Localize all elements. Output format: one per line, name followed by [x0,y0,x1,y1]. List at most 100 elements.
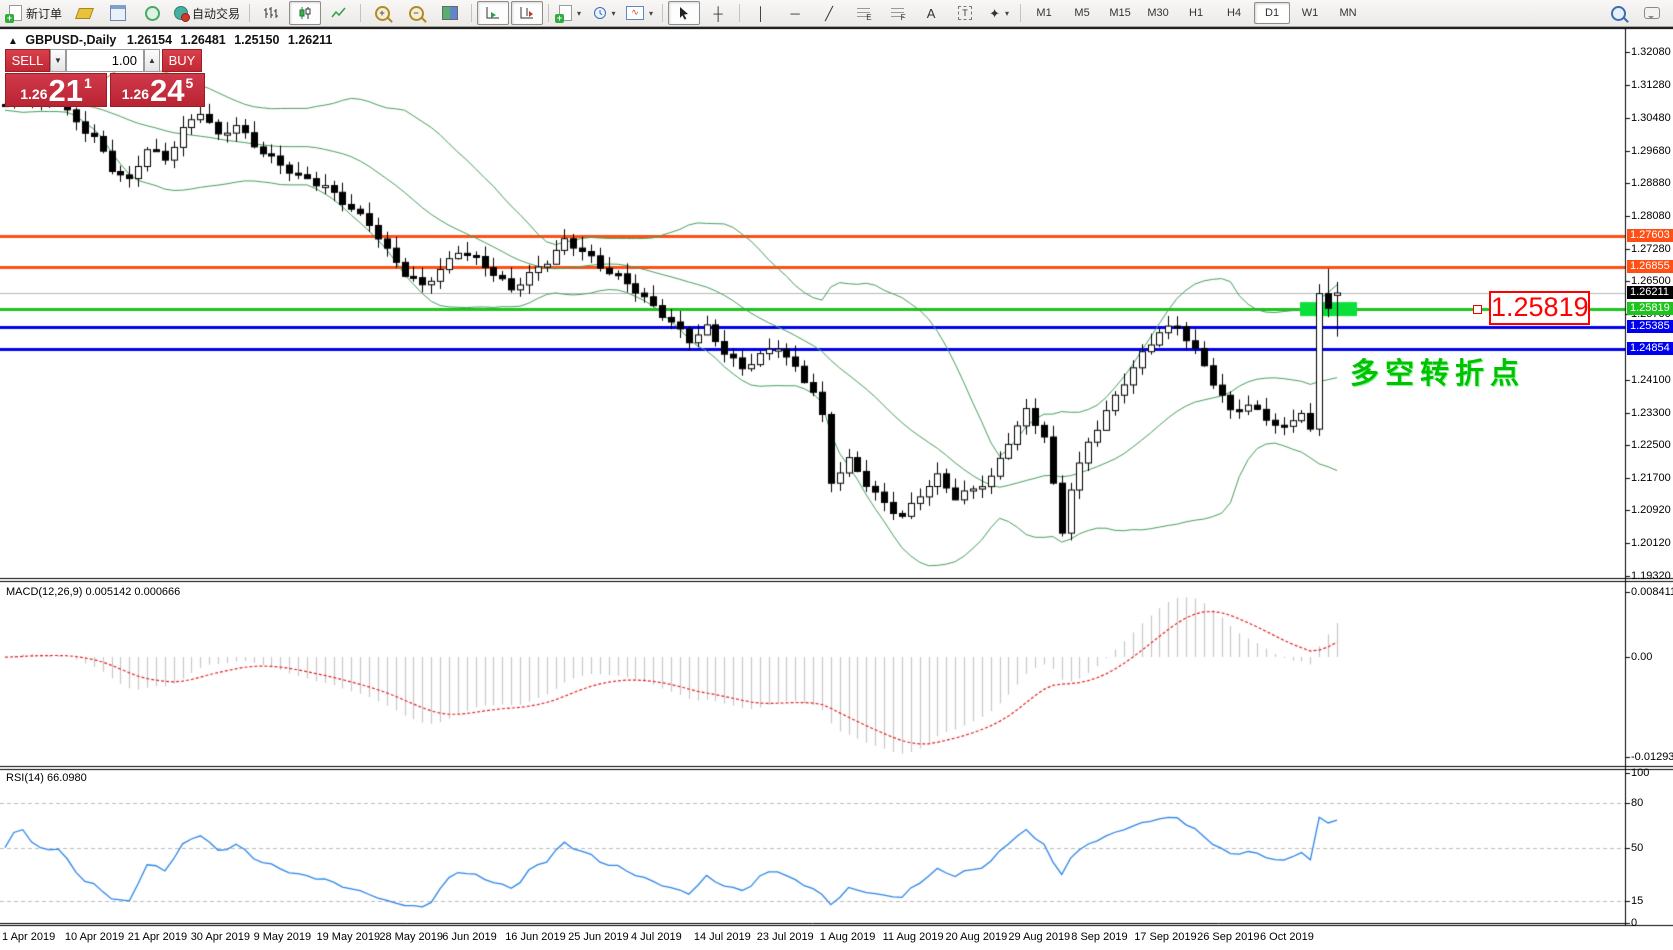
date-axis-label: 8 Sep 2019 [1071,931,1127,943]
price-axis-tick-label: 1.28880 [1631,177,1671,189]
sell-price-point: 1 [84,75,92,91]
price-axis-tick-label: 1.30480 [1631,112,1671,124]
sell-price-quote[interactable]: 1.26 21 1 [5,73,107,107]
trendline-tool-button[interactable]: ╱ [813,1,845,25]
date-axis-label: 20 Aug 2019 [946,931,1008,943]
date-axis-label: 28 May 2019 [379,931,443,943]
crosshair-icon: ┼ [713,7,722,20]
fibonacci-icon: F [891,8,904,19]
timeframe-button-h1[interactable]: H1 [1178,2,1214,24]
price-axis-tick-label: 1.20920 [1631,504,1671,516]
price-axis-tick-label: 1.19320 [1631,570,1671,582]
date-axis-label: 11 Aug 2019 [883,931,944,943]
tile-windows-icon [442,6,458,20]
vertical-line-tool-button[interactable]: │ [745,1,777,25]
date-axis-label: 9 May 2019 [254,931,311,943]
macd-axis-label: -0.012931 [1631,751,1673,763]
auto-scroll-button[interactable] [477,1,509,25]
ohlc-high: 1.26481 [181,33,226,47]
date-axis-label: 23 Jul 2019 [757,931,814,943]
buy-price-quote[interactable]: 1.26 24 5 [110,73,205,107]
price-line-tag[interactable]: 1.26211 [1627,286,1673,299]
new-chart-icon: + [559,5,572,21]
ohlc-close: 1.26211 [288,33,333,47]
timeframe-button-mn[interactable]: MN [1330,2,1366,24]
depth-of-market-button[interactable] [68,1,100,25]
bar-chart-mode-button[interactable] [255,1,287,25]
toolbar-separator [1020,4,1021,22]
date-axis-label: 10 Apr 2019 [65,931,124,943]
chart-shift-button[interactable] [511,1,543,25]
price-line-tag[interactable]: 1.25819 [1627,302,1673,315]
price-axis-tick-label: 1.31280 [1631,79,1671,91]
zoom-in-button[interactable]: + [366,1,398,25]
timeframe-button-w1[interactable]: W1 [1292,2,1328,24]
crosshair-tool-button[interactable]: ┼ [702,1,734,25]
periods-button[interactable]: ▾ [588,1,620,25]
horizontal-line-tool-button[interactable]: ─ [779,1,811,25]
timeframe-button-h4[interactable]: H4 [1216,2,1252,24]
macd-label: MACD(12,26,9) 0.005142 0.000666 [6,586,180,598]
tile-windows-button[interactable] [434,1,466,25]
price-line-tag[interactable]: 1.27603 [1627,229,1673,242]
new-order-button[interactable]: + 新订单 [5,1,66,25]
chat-icon [1644,7,1660,19]
timeframe-button-d1[interactable]: D1 [1254,2,1290,24]
price-line-tag[interactable]: 1.26855 [1627,260,1673,273]
signals-button[interactable] [136,1,168,25]
buy-button[interactable]: BUY [162,49,202,72]
timeframe-button-m5[interactable]: M5 [1064,2,1100,24]
rsi-label: RSI(14) 66.0980 [6,772,87,784]
text-tool-button[interactable]: A [915,1,947,25]
volume-increase-button[interactable]: ▲ [144,49,160,72]
candlestick-mode-button[interactable] [289,1,321,25]
cursor-tool-button[interactable] [668,1,700,25]
timeframe-button-m15[interactable]: M15 [1102,2,1138,24]
price-axis-tick-label: 1.27280 [1631,243,1671,255]
auto-trading-label: 自动交易 [192,5,240,22]
price-line-tag[interactable]: 1.25385 [1627,320,1673,333]
volume-decrease-button[interactable]: ▼ [50,49,66,72]
date-axis-label: 1 Apr 2019 [2,931,55,943]
templates-button[interactable]: ∿▾ [622,1,657,25]
text-icon: A [927,7,936,20]
timeframe-button-m1[interactable]: M1 [1026,2,1062,24]
text-label-tool-button[interactable]: T [949,1,981,25]
volume-input[interactable] [66,49,144,72]
mt5-terminal: + 新订单 自动交易 + − +▾ [0,0,1673,950]
rsi-axis-label: 50 [1631,842,1643,854]
hline-selection-marker[interactable] [1473,305,1482,314]
new-order-label: 新订单 [26,5,62,22]
price-axis-tick-label: 1.24100 [1631,374,1671,386]
book-icon [75,8,94,19]
channel-tool-button[interactable]: E [847,1,879,25]
trendline-icon: ╱ [825,7,833,20]
chat-button[interactable] [1636,1,1668,25]
toolbar-separator [471,4,472,22]
timeframe-button-m30[interactable]: M30 [1140,2,1176,24]
price-chart-canvas[interactable] [0,0,1673,950]
sell-button[interactable]: SELL [5,49,50,72]
toolbar-separator [662,4,663,22]
search-icon [1611,6,1626,21]
collapse-triangle-icon[interactable]: ▲ [8,36,18,47]
date-axis-label: 4 Jul 2019 [631,931,682,943]
fibonacci-tool-button[interactable]: F [881,1,913,25]
line-chart-mode-button[interactable] [323,1,355,25]
auto-trading-button[interactable]: 自动交易 [170,1,244,25]
price-level-callout[interactable]: 1.25819 [1489,291,1590,325]
new-window-button[interactable] [102,1,134,25]
sell-price-prefix: 1.26 [20,86,47,102]
date-axis-label: 21 Apr 2019 [128,931,187,943]
arrows-tool-button[interactable]: ✦▾ [983,1,1015,25]
search-button[interactable] [1602,1,1634,25]
new-chart-button[interactable]: +▾ [554,1,586,25]
price-line-tag[interactable]: 1.24854 [1627,342,1673,355]
zoom-out-button[interactable]: − [400,1,432,25]
rsi-axis-label: 80 [1631,797,1643,809]
date-axis-label: 17 Sep 2019 [1134,931,1196,943]
price-axis-tick-label: 1.20120 [1631,537,1671,549]
text-label-icon: T [958,6,972,20]
line-chart-icon [331,6,347,20]
price-axis-tick-label: 1.32080 [1631,46,1671,58]
